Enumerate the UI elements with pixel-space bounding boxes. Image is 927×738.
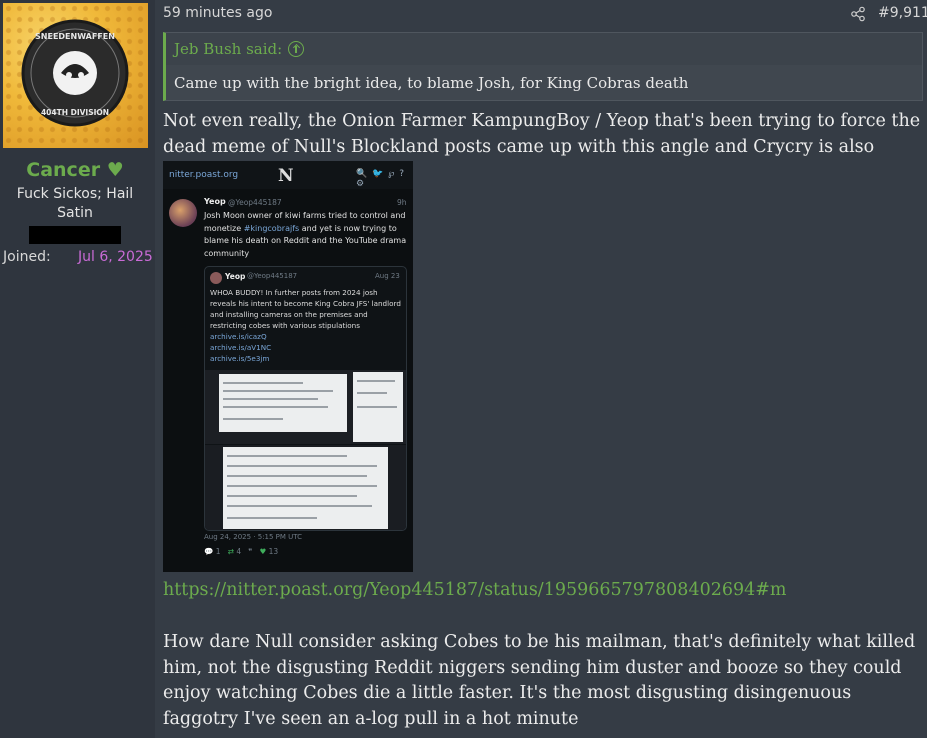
quoted-text: WHOA BUDDY! In further posts from 2024 j… <box>210 288 401 330</box>
quote-text: Came up with the bright idea, to blame J… <box>174 74 689 92</box>
embedded-screenshot[interactable]: nitter.poast.org N 🔍 🐦 ℘ ? ⚙ Yeop @Yeop4… <box>163 161 413 572</box>
nitter-toolbar-icons: 🔍 🐦 ℘ ? ⚙ <box>356 169 406 189</box>
quote-header[interactable]: Jeb Bush said: <box>166 33 922 65</box>
nitter-status-link[interactable]: https://nitter.poast.org/Yeop445187/stat… <box>163 580 787 600</box>
share-icon[interactable] <box>850 6 866 22</box>
archive-link: archive.is/icazQ <box>210 332 267 341</box>
reply-icon: 💬 <box>204 547 214 556</box>
reply-count: 1 <box>215 547 221 556</box>
tweet-age: 9h <box>397 198 407 207</box>
tweet-stats: 💬 1 ⇄ 4 ❞ ♥ 13 <box>204 547 278 556</box>
quoted-links: archive.is/icazQ archive.is/aV1NC archiv… <box>210 331 271 364</box>
post-timestamp[interactable]: 59 minutes ago <box>163 5 272 21</box>
tweet-date: Aug 24, 2025 · 5:15 PM UTC <box>204 533 303 541</box>
quote-block: Jeb Bush said: Came up with the bright i… <box>163 32 923 101</box>
quoted-handle: @Yeop445187 <box>247 272 298 280</box>
nitter-logo: N <box>278 166 294 186</box>
user-avatar[interactable]: SNEEDENWAFFEN 404TH DIVISION <box>3 3 148 148</box>
post-number[interactable]: #9,911 <box>878 5 927 21</box>
post-paragraph: How dare Null consider asking Cobes to b… <box>163 632 916 729</box>
joined-label: Joined: <box>3 249 51 265</box>
archive-link: archive.is/aV1NC <box>210 343 272 352</box>
archive-link: archive.is/5e3jm <box>210 354 270 363</box>
avatar-emblem-icon: SNEEDENWAFFEN 404TH DIVISION <box>21 19 129 127</box>
quoted-image <box>205 370 406 444</box>
forum-post-thumbnail <box>223 447 388 529</box>
tweet-avatar <box>169 199 197 227</box>
retweet-count: 4 <box>236 547 242 556</box>
quoted-author: Yeop <box>225 272 246 281</box>
quoted-avatar <box>210 272 222 284</box>
user-title: Fuck Sickos; Hail Satin <box>16 186 134 221</box>
retweet-icon: ⇄ <box>227 547 234 556</box>
quote-icon: ❞ <box>248 547 253 556</box>
quoted-date: Aug 23 <box>375 272 400 280</box>
svg-text:SNEEDENWAFFEN: SNEEDENWAFFEN <box>35 32 115 41</box>
quoted-image <box>205 445 406 530</box>
quoted-tweet: Yeop @Yeop445187 Aug 23 WHOA BUDDY! In f… <box>204 266 407 531</box>
jump-to-quote-icon[interactable] <box>288 41 305 57</box>
tweet-hashtag: #kingcobrajfs <box>243 223 300 233</box>
quote-author[interactable]: Jeb Bush said: <box>174 40 282 58</box>
user-sidebar: SNEEDENWAFFEN 404TH DIVISION Cancer ♥ Fu… <box>0 0 155 738</box>
tweet-author: Yeop <box>204 197 226 206</box>
user-banner <box>29 226 121 244</box>
username[interactable]: Cancer ♥ <box>0 159 150 181</box>
tweet-text: Josh Moon owner of kiwi farms tried to c… <box>204 210 408 260</box>
forum-post-thumbnail <box>219 374 347 432</box>
nitter-domain: nitter.poast.org <box>169 170 239 180</box>
tweet-handle: @Yeop445187 <box>228 198 282 207</box>
like-icon: ♥ <box>259 547 267 556</box>
svg-text:404TH DIVISION: 404TH DIVISION <box>41 108 109 117</box>
joined-date: Jul 6, 2025 <box>78 249 153 265</box>
forum-post-thumbnail <box>353 372 403 442</box>
nitter-header: nitter.poast.org N 🔍 🐦 ℘ ? ⚙ <box>163 161 413 189</box>
like-count: 13 <box>268 547 279 556</box>
